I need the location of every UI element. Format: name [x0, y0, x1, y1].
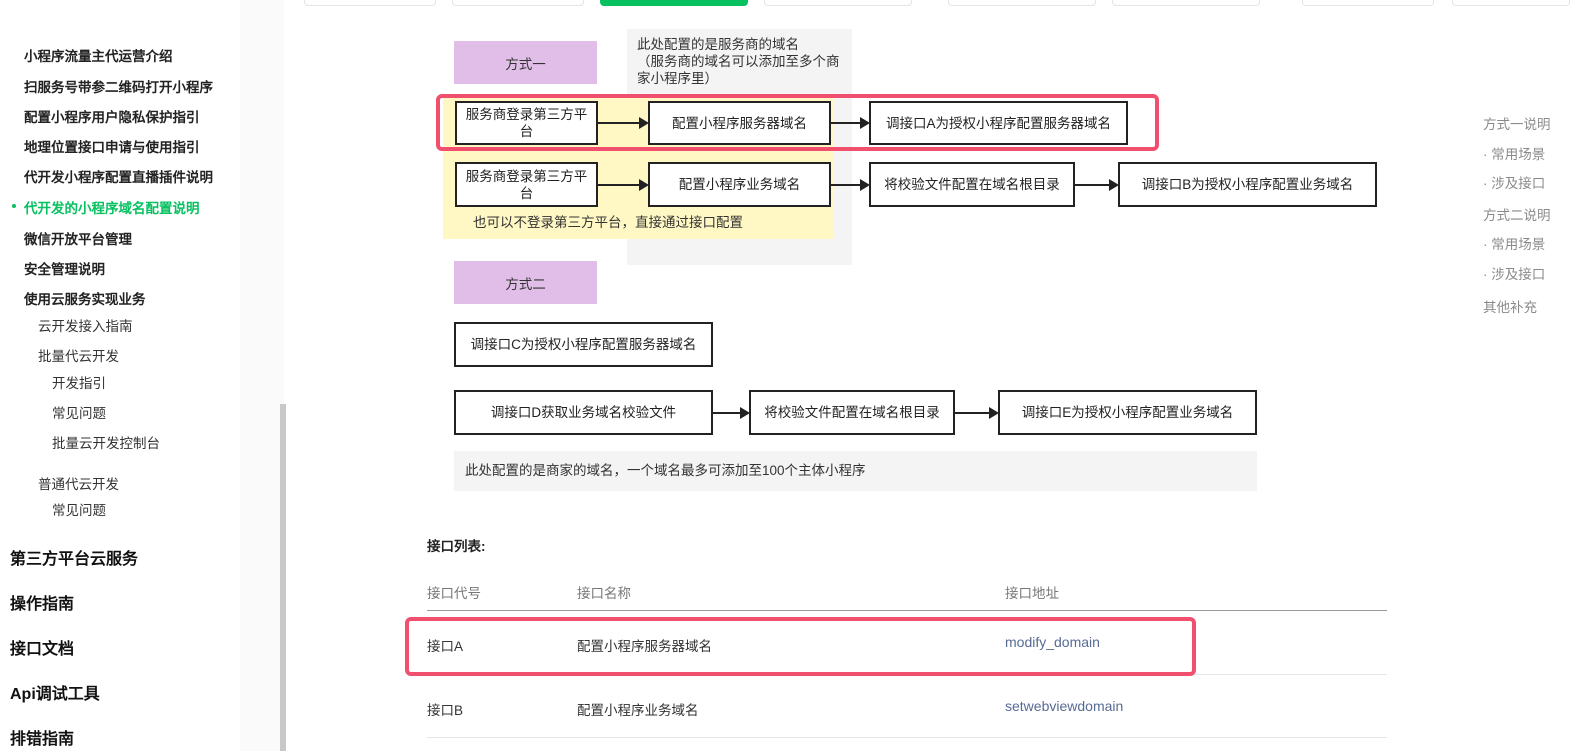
sidebar-item-security[interactable]: 安全管理说明 — [24, 258, 105, 278]
flow-box-verify-file-2: 将校验文件配置在域名根目录 — [749, 390, 955, 435]
yellow-note: 也可以不登录第三方平台，直接通过接口配置 — [473, 215, 743, 230]
column-header-name: 接口名称 — [577, 586, 631, 601]
flow-arrow — [598, 179, 649, 191]
flow-arrow — [955, 407, 999, 419]
row-b-url-link[interactable]: setwebviewdomain — [1005, 698, 1123, 714]
top-tab-7[interactable] — [1302, 0, 1434, 6]
sidebar-item-location-api[interactable]: 地理位置接口申请与使用指引 — [24, 136, 200, 156]
flow-arrow — [713, 407, 750, 419]
table-header-divider — [427, 610, 1387, 611]
sidebar-item-qrcode[interactable]: 扫服务号带参二维码打开小程序 — [24, 76, 213, 96]
flow-box-business-domain: 配置小程序业务域名 — [648, 162, 831, 207]
top-tab-1[interactable] — [304, 0, 436, 6]
sidebar: 小程序流量主代运营介绍 扫服务号带参二维码打开小程序 配置小程序用户隐私保护指引… — [0, 0, 240, 751]
sidebar-scrollbar[interactable] — [280, 404, 286, 751]
sidebar-sub-batch-console[interactable]: 批量云开发控制台 — [52, 432, 160, 452]
highlight-frame-row-a — [405, 617, 1196, 676]
column-header-code: 接口代号 — [427, 586, 481, 601]
highlight-frame-row1 — [436, 94, 1159, 151]
flow-arrow — [1075, 179, 1119, 191]
provider-domain-note: 此处配置的是服务商的域名 （服务商的域名可以添加至多个商家小程序里） — [637, 37, 840, 86]
top-tab-2[interactable] — [452, 0, 584, 6]
top-tab-4[interactable] — [764, 0, 912, 6]
toc-other[interactable]: 其他补充 — [1483, 296, 1537, 316]
flow-box-api-b: 调接口B为授权小程序配置业务域名 — [1118, 162, 1377, 207]
toc-scenario-1[interactable]: · 常用场景 — [1483, 143, 1545, 163]
toc-method-two[interactable]: 方式二说明 — [1483, 204, 1551, 224]
sidebar-sub-cloud-guide[interactable]: 云开发接入指南 — [38, 315, 133, 335]
method-two-tag: 方式二 — [454, 261, 597, 304]
top-tab-active[interactable] — [600, 0, 748, 6]
sidebar-item-live-plugin[interactable]: 代开发小程序配置直播插件说明 — [24, 166, 213, 186]
row-b-name: 配置小程序业务域名 — [577, 703, 699, 718]
column-header-url: 接口地址 — [1005, 586, 1059, 601]
toc-api-2[interactable]: · 涉及接口 — [1483, 263, 1545, 283]
sidebar-item-domain-config[interactable]: 代开发的小程序域名配置说明 — [12, 197, 200, 217]
flow-box-verify-file: 将校验文件配置在域名根目录 — [869, 162, 1075, 207]
sidebar-sub-faq[interactable]: 常见问题 — [52, 402, 106, 422]
sidebar-top-api-debug[interactable]: Api调试工具 — [10, 680, 100, 704]
top-tab-5[interactable] — [948, 0, 1096, 6]
toc-scenario-2[interactable]: · 常用场景 — [1483, 233, 1545, 253]
flow-box-api-d: 调接口D获取业务域名校验文件 — [454, 390, 713, 435]
table-row-divider — [427, 737, 1387, 738]
sidebar-top-troubleshoot[interactable]: 排错指南 — [10, 725, 74, 749]
top-tab-8[interactable] — [1452, 0, 1570, 6]
sidebar-top-guide[interactable]: 操作指南 — [10, 590, 74, 614]
flow-box-api-e: 调接口E为授权小程序配置业务域名 — [998, 390, 1257, 435]
merchant-domain-note: 此处配置的是商家的域名，一个域名最多可添加至100个主体小程序 — [465, 463, 866, 478]
sidebar-sub-normal-cloud[interactable]: 普通代云开发 — [38, 473, 119, 493]
toc-api-1[interactable]: · 涉及接口 — [1483, 172, 1545, 192]
sidebar-top-api-docs[interactable]: 接口文档 — [10, 635, 74, 659]
sidebar-sub-faq-2[interactable]: 常见问题 — [52, 499, 106, 519]
sidebar-item-traffic-ops[interactable]: 小程序流量主代运营介绍 — [24, 45, 173, 65]
flow-box-login-2: 服务商登录第三方平台 — [455, 162, 598, 207]
sidebar-gutter — [240, 0, 284, 751]
top-tab-6[interactable] — [1112, 0, 1260, 6]
flow-box-api-c: 调接口C为授权小程序配置服务器域名 — [454, 322, 713, 367]
toc-method-one[interactable]: 方式一说明 — [1483, 113, 1551, 133]
sidebar-item-privacy[interactable]: 配置小程序用户隐私保护指引 — [24, 106, 200, 126]
sidebar-sub-dev-guide[interactable]: 开发指引 — [52, 372, 106, 392]
method-one-tag: 方式一 — [454, 41, 597, 84]
sidebar-item-cloud-service[interactable]: 使用云服务实现业务 — [24, 288, 146, 308]
row-b-code: 接口B — [427, 703, 464, 718]
flow-arrow — [831, 179, 870, 191]
sidebar-item-open-platform[interactable]: 微信开放平台管理 — [24, 228, 132, 248]
api-table-title: 接口列表: — [427, 539, 486, 554]
sidebar-sub-batch-cloud[interactable]: 批量代云开发 — [38, 345, 119, 365]
sidebar-top-cloud[interactable]: 第三方平台云服务 — [10, 545, 138, 569]
